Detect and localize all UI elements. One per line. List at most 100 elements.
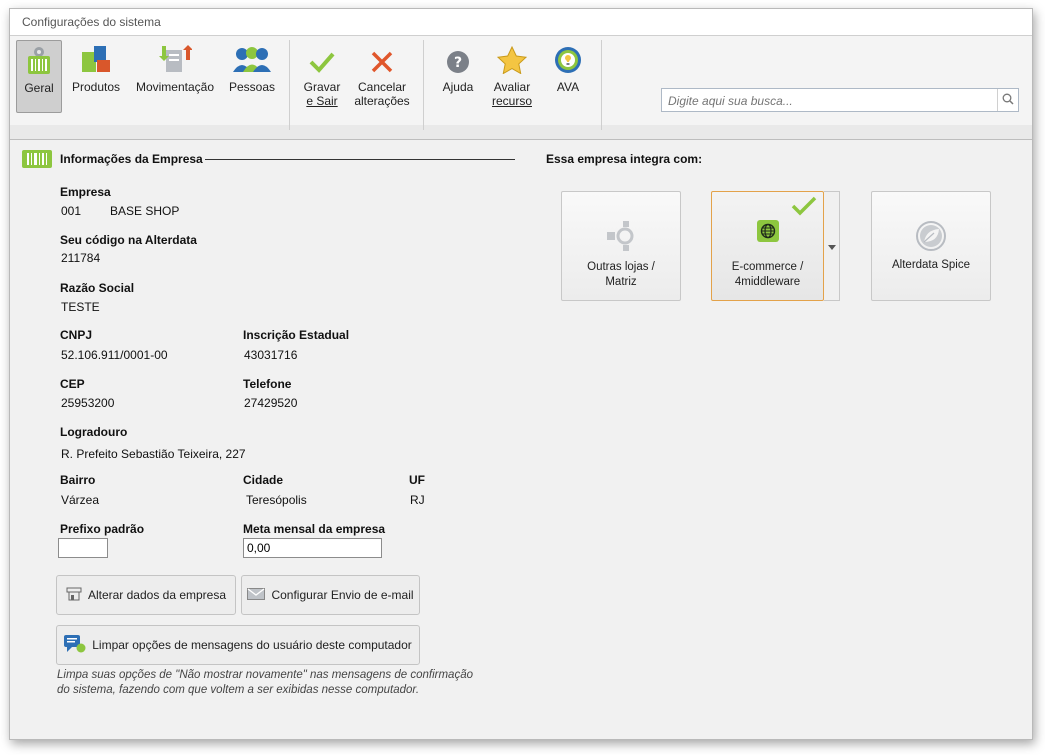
people-icon — [226, 40, 278, 74]
cnpj-label: CNPJ — [60, 328, 93, 342]
cnpj-value: 52.106.911/0001-00 — [61, 348, 168, 362]
ribbon-separator — [601, 40, 602, 130]
network-icon — [562, 220, 680, 252]
products-icon — [66, 40, 126, 74]
bairro-label: Bairro — [60, 473, 96, 487]
empresa-code: 001 — [61, 204, 82, 218]
barcode-gear-icon — [17, 41, 61, 75]
outras-lojas-label-2: Matriz — [605, 276, 637, 288]
note-line-2: do sistema, fazendo com que voltem a ser… — [57, 684, 420, 696]
chat-message-icon — [64, 634, 86, 656]
logradouro-value: R. Prefeito Sebastião Teixeira, 227 — [61, 447, 246, 461]
company-section-title: Informações da Empresa — [60, 152, 203, 166]
cancel-changes-label-2: alterações — [354, 94, 410, 108]
x-icon — [350, 40, 414, 74]
ava-button[interactable]: AVA — [546, 40, 590, 113]
movement-icon — [130, 40, 220, 74]
empresa-name: BASE SHOP — [110, 204, 180, 218]
cancel-changes-label-1: Cancelar — [357, 80, 407, 94]
rate-feature-label-2: recurso — [491, 94, 532, 108]
telefone-value: 27429520 — [244, 396, 298, 410]
note-line-1: Limpa suas opções de "Não mostrar novame… — [57, 669, 473, 681]
bairro-value: Várzea — [61, 493, 100, 507]
spice-leaf-icon — [872, 220, 990, 252]
meta-label: Meta mensal da empresa — [243, 522, 386, 536]
star-icon — [484, 40, 540, 74]
search-box[interactable] — [661, 88, 1019, 112]
section-divider — [205, 159, 515, 160]
ribbon-toolbar: Geral Produtos Movimentação Pessoas Grav… — [10, 35, 1032, 140]
outras-lojas-label-1: Outras lojas / — [587, 261, 655, 273]
save-exit-label-2: e Sair — [306, 94, 338, 108]
ie-label: Inscrição Estadual — [243, 328, 350, 342]
ribbon-geral-button[interactable]: Geral — [16, 40, 62, 113]
search-icon — [1002, 93, 1014, 108]
limpar-mensagens-button[interactable]: Limpar opções de mensagens do usuário de… — [56, 625, 420, 665]
rate-feature-button[interactable]: Avaliar recurso — [484, 40, 540, 113]
logradouro-label: Logradouro — [60, 425, 128, 439]
settings-content: Informações da Empresa Empresa 001 BASE … — [10, 139, 1032, 739]
configurar-email-label: Configurar Envio de e-mail — [271, 588, 414, 602]
prefixo-label: Prefixo padrão — [60, 522, 145, 536]
save-exit-button[interactable]: Gravar e Sair — [298, 40, 346, 113]
ribbon-geral-label: Geral — [24, 81, 54, 95]
ava-icon — [546, 40, 590, 74]
ecommerce-label-2: 4middleware — [734, 276, 801, 288]
razao-value: TESTE — [61, 300, 100, 314]
integration-outras-lojas[interactable]: Outras lojas / Matriz — [561, 191, 681, 301]
selected-check-icon — [791, 196, 817, 219]
save-exit-label-1: Gravar — [303, 80, 341, 94]
ecommerce-label-1: E-commerce / — [731, 261, 804, 273]
cancel-changes-button[interactable]: Cancelar alterações — [350, 40, 414, 113]
help-icon: ? — [436, 40, 480, 74]
search-button[interactable] — [997, 89, 1018, 111]
ribbon-footer-strip — [10, 125, 1032, 139]
help-label: Ajuda — [442, 80, 474, 94]
ribbon-produtos-button[interactable]: Produtos — [66, 40, 126, 113]
help-button[interactable]: ? Ajuda — [436, 40, 480, 113]
ribbon-pessoas-label: Pessoas — [228, 80, 276, 94]
uf-value: RJ — [410, 493, 425, 507]
integration-alterdata-spice[interactable]: Alterdata Spice — [871, 191, 991, 301]
alterdata-spice-label: Alterdata Spice — [892, 259, 970, 271]
chevron-down-icon — [827, 239, 836, 253]
ribbon-movimentacao-button[interactable]: Movimentação — [130, 40, 220, 113]
ecommerce-dropdown-button[interactable] — [824, 191, 840, 301]
alterar-dados-button[interactable]: Alterar dados da empresa — [56, 575, 236, 615]
search-input[interactable] — [666, 90, 1000, 112]
codigo-label: Seu código na Alterdata — [60, 233, 197, 247]
uf-label: UF — [409, 473, 425, 487]
globe-icon — [712, 220, 823, 242]
limpar-mensagens-label: Limpar opções de mensagens do usuário de… — [92, 638, 412, 652]
envelope-icon — [247, 587, 266, 603]
edit-company-icon — [66, 587, 82, 604]
cep-value: 25953200 — [61, 396, 115, 410]
telefone-label: Telefone — [243, 377, 292, 391]
meta-input[interactable] — [243, 538, 382, 558]
cidade-value: Teresópolis — [246, 493, 307, 507]
settings-window: Configurações do sistema Geral Produtos … — [9, 8, 1033, 740]
cidade-label: Cidade — [243, 473, 284, 487]
ie-value: 43031716 — [244, 348, 298, 362]
svg-text:?: ? — [454, 55, 462, 71]
check-icon — [298, 40, 346, 74]
alterar-dados-label: Alterar dados da empresa — [87, 588, 227, 602]
rate-feature-label-1: Avaliar — [493, 80, 531, 94]
ribbon-separator — [289, 40, 290, 130]
ava-label: AVA — [556, 80, 580, 94]
razao-label: Razão Social — [60, 281, 135, 295]
ribbon-produtos-label: Produtos — [71, 80, 121, 94]
ribbon-pessoas-button[interactable]: Pessoas — [226, 40, 278, 113]
integrations-title: Essa empresa integra com: — [546, 152, 703, 166]
barcode-icon — [22, 150, 52, 171]
integration-ecommerce[interactable]: E-commerce / 4middleware — [711, 191, 824, 301]
ribbon-movimentacao-label: Movimentação — [135, 80, 215, 94]
limpar-note: Limpa suas opções de "Não mostrar novame… — [57, 668, 497, 698]
codigo-value: 211784 — [61, 251, 101, 265]
cep-label: CEP — [60, 377, 85, 391]
window-title: Configurações do sistema — [10, 9, 1032, 35]
ribbon-separator — [423, 40, 424, 130]
empresa-label: Empresa — [60, 185, 111, 199]
prefixo-input[interactable] — [58, 538, 108, 558]
configurar-email-button[interactable]: Configurar Envio de e-mail — [241, 575, 420, 615]
